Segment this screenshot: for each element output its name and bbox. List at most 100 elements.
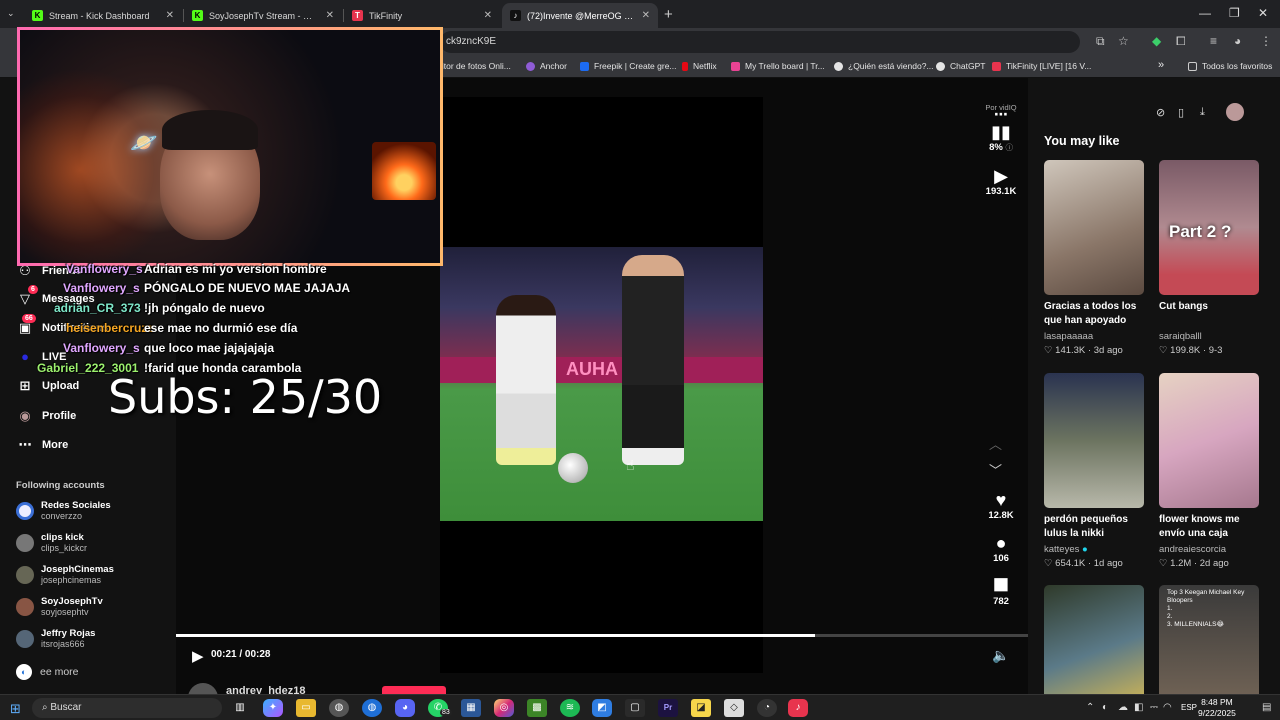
install-app-icon[interactable]: ⧉ xyxy=(1096,34,1105,49)
recommended-video-card[interactable]: Top 3 Keegan Michael Key Bloopers 1. 2. … xyxy=(1159,585,1259,694)
menu-dots-icon[interactable]: ⋮ xyxy=(1260,34,1272,48)
bookmark-trello[interactable]: My Trello board | Tr... xyxy=(731,61,825,71)
file-explorer-icon[interactable]: ▭ xyxy=(296,699,316,717)
more-options-button[interactable]: ⋯ xyxy=(981,106,1021,123)
following-account[interactable]: SoyJosephTv soyjosephtv xyxy=(16,596,103,618)
video-author[interactable]: andreaiescorcia xyxy=(1159,544,1259,555)
sidebar-item-more[interactable]: ⋯ More xyxy=(16,437,69,453)
app-icon[interactable]: ▢ xyxy=(625,699,645,717)
obs-icon[interactable]: ◔ xyxy=(757,699,777,717)
following-account[interactable]: Redes Sociales converzzo xyxy=(16,500,111,522)
minimize-icon[interactable]: — xyxy=(1199,6,1211,20)
calendar-icon[interactable]: ▦ xyxy=(461,699,481,717)
follow-button[interactable] xyxy=(382,686,446,694)
extensions-puzzle-icon[interactable]: ⧠ xyxy=(1176,34,1186,49)
extension-icon[interactable]: ◆ xyxy=(1152,34,1161,48)
cloud-icon[interactable]: ☁ xyxy=(1118,702,1128,713)
tray-app-icon[interactable]: ◧ xyxy=(1134,702,1143,713)
video-progress-bar[interactable] xyxy=(176,634,1028,637)
discord-icon[interactable]: ◕ xyxy=(395,699,415,717)
see-more-link[interactable]: ◐ ee more xyxy=(16,664,79,680)
video-thumbnail[interactable] xyxy=(1044,585,1144,694)
download-icon[interactable]: ⤓ xyxy=(1200,106,1205,119)
previous-video-arrow[interactable]: ︿ xyxy=(989,434,1002,453)
phone-icon[interactable]: ▯ xyxy=(1178,106,1184,119)
reading-list-icon[interactable]: ≡ xyxy=(1210,34,1217,48)
bookmark-tikfinity-live[interactable]: TikFinity [LIVE] [16 V... xyxy=(992,61,1091,71)
video-frame[interactable]: AUHA ☝ xyxy=(440,247,763,521)
tab-tikfinity[interactable]: T TikFinity ✕ xyxy=(344,3,500,28)
play-icon[interactable]: ▶ xyxy=(192,647,204,665)
author-username[interactable]: andrey_hdez18 xyxy=(226,685,305,694)
like-button[interactable]: ♥ 12.8K xyxy=(981,490,1021,521)
recommended-video-card[interactable]: flower knows me envío una caja llena... … xyxy=(1159,373,1259,569)
minecraft-icon[interactable]: ▩ xyxy=(527,699,547,717)
save-button[interactable]: ⯀ 782 xyxy=(981,576,1021,607)
video-author[interactable]: lasapaaaaa xyxy=(1044,331,1144,342)
restore-icon[interactable]: ❐ xyxy=(1229,6,1240,20)
bookmark-chatgpt[interactable]: ChatGPT xyxy=(936,61,985,71)
tab-tiktok-video[interactable]: ♪ (72)Invente @MerreOG , inv ✕ xyxy=(502,3,658,28)
next-video-arrow[interactable]: ﹀ xyxy=(989,460,1002,479)
video-author[interactable]: saraiqballl xyxy=(1159,331,1259,342)
address-bar[interactable]: ck9zncK9E xyxy=(440,31,1080,53)
tiktok-icon[interactable]: ♪ xyxy=(788,699,808,717)
following-account[interactable]: Jeffry Rojas itsrojas666 xyxy=(16,628,95,650)
volume-icon[interactable]: 🔈 xyxy=(992,647,1009,664)
recommended-video-card[interactable] xyxy=(1044,585,1144,694)
tab-soyjosephtv-stream[interactable]: K SoyJosephTv Stream - Watch Li ✕ xyxy=(184,3,342,28)
recommended-video-card[interactable]: Part 2 ? Cut bangs saraiqballl ♡ 199.8K … xyxy=(1159,160,1259,356)
tab-kick-dashboard[interactable]: K Stream - Kick Dashboard ✕ xyxy=(24,3,182,28)
chrome-profile-icon[interactable]: ◍ xyxy=(362,699,382,717)
video-thumbnail[interactable] xyxy=(1159,373,1259,508)
instagram-icon[interactable]: ◎ xyxy=(494,699,514,717)
premiere-pro-icon[interactable]: Pr xyxy=(658,699,678,717)
usb-icon[interactable]: ⎓ xyxy=(1150,702,1158,713)
video-thumbnail[interactable]: Part 2 ? xyxy=(1159,160,1259,295)
chrome-icon[interactable]: ◍ xyxy=(329,699,349,717)
tray-app-icon[interactable]: ◐ xyxy=(1102,702,1108,713)
video-thumbnail[interactable] xyxy=(1044,160,1144,295)
video-thumbnail[interactable] xyxy=(1044,373,1144,508)
wifi-icon[interactable]: ◠ xyxy=(1163,702,1172,713)
notification-center-icon[interactable]: ▤ xyxy=(1262,702,1271,713)
following-account[interactable]: JosephCinemas josephcinemas xyxy=(16,564,114,586)
comment-button[interactable]: ● 106 xyxy=(981,533,1021,564)
sidebar-item-upload[interactable]: ⊞ Upload xyxy=(16,378,80,394)
app-icon[interactable]: ◩ xyxy=(592,699,612,717)
task-view-icon[interactable]: ▥ xyxy=(230,699,250,717)
author-avatar[interactable] xyxy=(188,683,218,694)
close-window-icon[interactable]: ✕ xyxy=(1258,6,1268,20)
following-account[interactable]: clips kick clips_kickcr xyxy=(16,532,87,554)
video-author[interactable]: katteyes ● xyxy=(1044,544,1144,555)
bookmark-quien-esta-viendo[interactable]: ¿Quién está viendo?... xyxy=(834,61,934,71)
all-favorites-folder[interactable]: Todos los favoritos xyxy=(1188,61,1272,71)
video-thumbnail[interactable]: Top 3 Keegan Michael Key Bloopers 1. 2. … xyxy=(1159,585,1259,694)
recommended-video-card[interactable]: Gracias a todos los que han apoyado el..… xyxy=(1044,160,1144,356)
bookmark-netflix[interactable]: Netflix xyxy=(682,61,717,71)
close-icon[interactable]: ✕ xyxy=(642,10,650,21)
bookmark-fotos[interactable]: litor de fotos Onli... xyxy=(440,61,511,71)
roblox-icon[interactable]: ◇ xyxy=(724,699,744,717)
tray-overflow-icon[interactable]: ⌃ xyxy=(1086,702,1094,713)
system-clock[interactable]: 8:48 PM 9/22/2025 xyxy=(1198,697,1236,719)
sticky-notes-icon[interactable]: ◪ xyxy=(691,699,711,717)
spotify-icon[interactable]: ≋ xyxy=(560,699,580,717)
input-language[interactable]: ESP xyxy=(1181,703,1197,712)
close-icon[interactable]: ✕ xyxy=(484,10,492,21)
bookmark-star-icon[interactable]: ☆ xyxy=(1118,34,1129,48)
bookmark-freepik[interactable]: Freepik | Create gre... xyxy=(580,61,677,71)
sidebar-item-profile[interactable]: ◉ Profile xyxy=(16,408,76,424)
copy-link-icon[interactable]: ⊘ xyxy=(1156,106,1165,119)
copilot-icon[interactable]: ✦ xyxy=(263,699,283,717)
close-icon[interactable]: ✕ xyxy=(326,10,334,21)
profile-avatar-icon[interactable]: ◕ xyxy=(1234,34,1241,48)
new-tab-button[interactable]: + xyxy=(664,6,673,23)
windows-start-icon[interactable]: ⊞ xyxy=(10,701,21,717)
bookmarks-overflow-button[interactable]: » xyxy=(1158,59,1164,71)
bookmark-anchor[interactable]: Anchor xyxy=(526,61,567,71)
tab-search-icon[interactable]: ⌄ xyxy=(7,8,15,19)
user-avatar[interactable] xyxy=(1226,103,1244,121)
recommended-video-card[interactable]: perdón pequeños lulus la nikki apena... … xyxy=(1044,373,1144,569)
close-icon[interactable]: ✕ xyxy=(166,10,174,21)
